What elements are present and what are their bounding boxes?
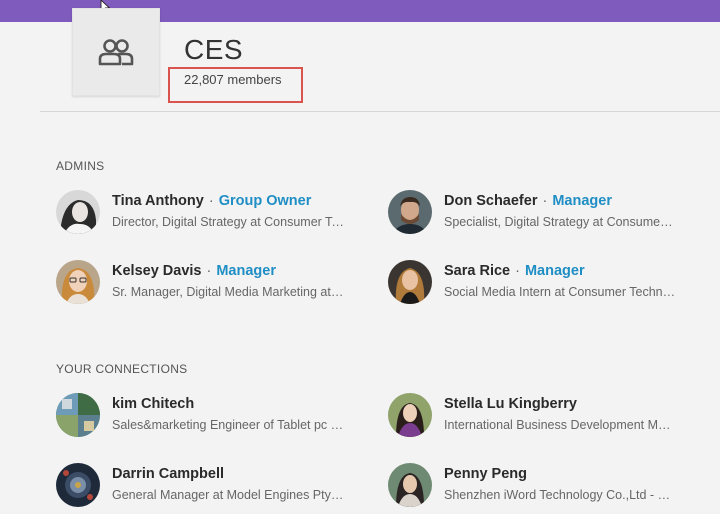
connection-item[interactable]: Stella Lu Kingberry International Busine… — [388, 393, 688, 439]
header-divider — [40, 111, 720, 112]
role-label: Group Owner — [218, 193, 312, 209]
person-name-line: Kelsey Davis · Manager — [112, 263, 276, 279]
role-label: Manager — [552, 193, 612, 209]
avatar[interactable] — [56, 463, 100, 507]
connection-item[interactable]: kim Chitech Sales&marketing Engineer of … — [56, 393, 356, 439]
person-headline: Social Media Intern at Consumer Technolo… — [444, 285, 676, 299]
person-name[interactable]: Tina Anthony — [112, 193, 204, 209]
person-headline: General Manager at Model Engines Pty Ltd — [112, 488, 344, 502]
admin-item[interactable]: Kelsey Davis · Manager Sr. Manager, Digita… — [56, 260, 356, 306]
person-name[interactable]: Sara Rice — [444, 263, 510, 279]
connection-item[interactable]: Darrin Campbell General Manager at Model… — [56, 463, 356, 509]
avatar[interactable] — [388, 190, 432, 234]
person-headline: Sr. Manager, Digital Media Marketing at … — [112, 285, 344, 299]
person-headline: Shenzhen iWord Technology Co.,Ltd - Sale… — [444, 488, 676, 502]
person-name-line: Sara Rice · Manager — [444, 263, 585, 279]
separator-dot: · — [208, 193, 214, 209]
person-headline: Director, Digital Strategy at Consumer T… — [112, 215, 344, 229]
group-title: CES — [184, 34, 244, 65]
person-headline: Sales&marketing Engineer of Tablet pc an… — [112, 418, 344, 432]
members-count[interactable]: 22,807 members — [184, 72, 282, 87]
separator-dot: · — [515, 263, 520, 279]
admin-item[interactable]: Don Schaefer · Manager Specialist, Digital… — [388, 190, 688, 236]
group-logo[interactable] — [72, 8, 160, 96]
avatar[interactable] — [56, 393, 100, 437]
separator-dot: · — [206, 263, 212, 279]
person-name-line: Don Schaefer · Manager — [444, 193, 612, 209]
avatar[interactable] — [388, 463, 432, 507]
person-headline: Specialist, Digital Strategy at Consumer… — [444, 215, 676, 229]
person-headline: International Business Development Manag… — [444, 418, 676, 432]
avatar[interactable] — [388, 260, 432, 304]
admin-item[interactable]: Sara Rice · Manager Social Media Intern at… — [388, 260, 688, 306]
avatar[interactable] — [388, 393, 432, 437]
admins-heading: ADMINS — [56, 159, 105, 173]
person-name[interactable]: Kelsey Davis — [112, 263, 201, 279]
avatar[interactable] — [56, 260, 100, 304]
role-label: Manager — [524, 263, 585, 279]
role-label: Manager — [216, 263, 276, 279]
connections-heading: YOUR CONNECTIONS — [56, 362, 188, 376]
person-name[interactable]: Don Schaefer — [444, 193, 537, 209]
avatar[interactable] — [56, 190, 100, 234]
person-name[interactable]: Stella Lu Kingberry — [444, 396, 577, 412]
group-people-icon — [98, 39, 134, 66]
person-name[interactable]: Penny Peng — [444, 466, 527, 482]
person-name-line: Tina Anthony · Group Owner — [112, 193, 311, 209]
admin-item[interactable]: Tina Anthony · Group Owner Director, Digit… — [56, 190, 356, 236]
person-name[interactable]: Darrin Campbell — [112, 466, 224, 482]
person-name[interactable]: kim Chitech — [112, 396, 194, 412]
connection-item[interactable]: Penny Peng Shenzhen iWord Technology Co.… — [388, 463, 688, 509]
separator-dot: · — [542, 193, 548, 209]
